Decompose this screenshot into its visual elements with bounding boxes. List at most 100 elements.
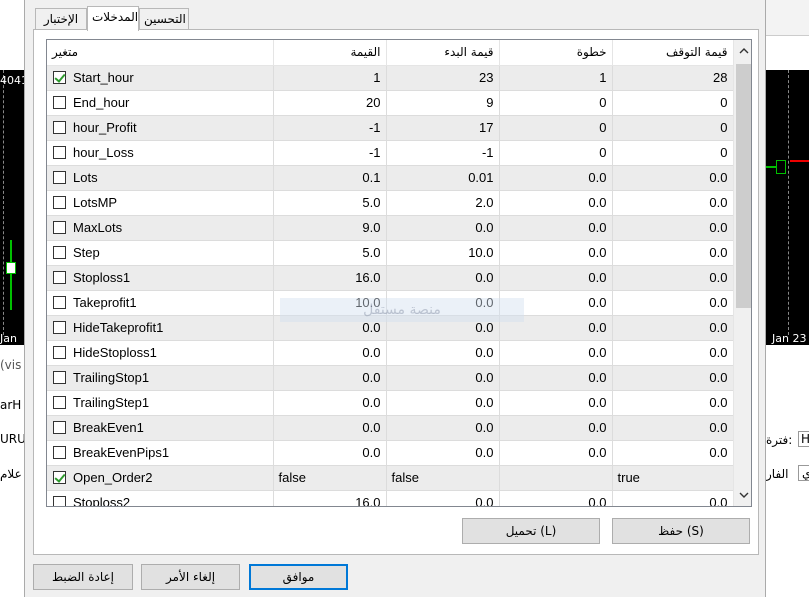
stop-cell[interactable]: 0.0 [612, 165, 734, 191]
variable-cell[interactable]: Takeprofit1 [47, 290, 274, 316]
start-cell[interactable]: 0.0 [386, 390, 500, 416]
step-cell[interactable]: 0.0 [499, 190, 613, 216]
stop-cell[interactable]: 0 [612, 90, 734, 116]
step-cell[interactable]: 0 [499, 115, 613, 141]
stop-cell[interactable]: 0 [612, 140, 734, 166]
value-cell[interactable]: 16.0 [273, 490, 387, 506]
save-button[interactable]: حفظ (S) [612, 518, 750, 544]
step-cell[interactable]: 0.0 [499, 365, 613, 391]
value-cell[interactable]: -1 [273, 115, 387, 141]
column-header-value[interactable]: القيمة [273, 40, 387, 66]
table-row[interactable]: TrailingStop1 0.0 0.0 0.0 0.0 [47, 365, 734, 391]
optimize-checkbox[interactable] [53, 396, 66, 410]
stop-cell[interactable]: 0.0 [612, 390, 734, 416]
step-cell[interactable]: 0 [499, 90, 613, 116]
optimize-checkbox[interactable] [53, 346, 66, 360]
stop-cell[interactable]: 0.0 [612, 215, 734, 241]
optimize-checkbox[interactable] [53, 246, 66, 260]
variable-cell[interactable]: HideTakeprofit1 [47, 315, 274, 341]
start-cell[interactable]: 17 [386, 115, 500, 141]
table-row[interactable]: BreakEven1 0.0 0.0 0.0 0.0 [47, 415, 734, 441]
stop-cell[interactable]: 0.0 [612, 340, 734, 366]
step-cell[interactable]: 0.0 [499, 165, 613, 191]
value-cell[interactable]: 0.0 [273, 340, 387, 366]
start-cell[interactable]: 10.0 [386, 240, 500, 266]
variable-cell[interactable]: Stoploss1 [47, 265, 274, 291]
optimize-checkbox[interactable] [53, 221, 66, 235]
stop-cell[interactable]: 0.0 [612, 240, 734, 266]
start-cell[interactable]: 0.0 [386, 340, 500, 366]
table-row[interactable]: LotsMP 5.0 2.0 0.0 0.0 [47, 190, 734, 216]
stop-cell[interactable]: 0.0 [612, 365, 734, 391]
value-cell[interactable]: 0.0 [273, 365, 387, 391]
variable-cell[interactable]: hour_Loss [47, 140, 274, 166]
table-row[interactable]: MaxLots 9.0 0.0 0.0 0.0 [47, 215, 734, 241]
step-cell[interactable]: 0.0 [499, 240, 613, 266]
start-cell[interactable]: 2.0 [386, 190, 500, 216]
table-row[interactable]: Start_hour 1 23 1 28 [47, 65, 734, 91]
variable-cell[interactable]: Step [47, 240, 274, 266]
optimize-checkbox[interactable] [53, 471, 66, 485]
step-cell[interactable]: 0.0 [499, 490, 613, 506]
variable-cell[interactable]: TrailingStep1 [47, 390, 274, 416]
stop-cell[interactable]: 28 [612, 65, 734, 91]
table-row[interactable]: Stoploss1 16.0 0.0 0.0 0.0 [47, 265, 734, 291]
start-cell[interactable]: -1 [386, 140, 500, 166]
scroll-up-icon[interactable] [734, 43, 751, 60]
stop-cell[interactable]: 0.0 [612, 415, 734, 441]
start-cell[interactable]: 0.0 [386, 265, 500, 291]
start-cell[interactable]: 0.0 [386, 490, 500, 506]
step-cell[interactable]: 0.0 [499, 390, 613, 416]
variable-cell[interactable]: End_hour [47, 90, 274, 116]
value-cell[interactable]: false [273, 465, 387, 491]
step-cell[interactable]: 0.0 [499, 440, 613, 466]
stop-cell[interactable]: true [612, 465, 734, 491]
cancel-button[interactable]: إلغاء الأمر [141, 564, 240, 590]
start-cell[interactable]: 0.01 [386, 165, 500, 191]
step-cell[interactable]: 0.0 [499, 340, 613, 366]
optimize-checkbox[interactable] [53, 121, 66, 135]
optimize-checkbox[interactable] [53, 146, 66, 160]
table-row[interactable]: Open_Order2 false false true [47, 465, 734, 491]
table-row[interactable]: BreakEvenPips1 0.0 0.0 0.0 0.0 [47, 440, 734, 466]
variable-cell[interactable]: Lots [47, 165, 274, 191]
step-cell[interactable]: 1 [499, 65, 613, 91]
optimize-checkbox[interactable] [53, 446, 66, 460]
optimize-checkbox[interactable] [53, 71, 66, 85]
table-row[interactable]: Stoploss2 16.0 0.0 0.0 0.0 [47, 490, 734, 506]
ok-button[interactable]: موافق [249, 564, 348, 590]
value-cell[interactable]: 16.0 [273, 265, 387, 291]
value-cell[interactable]: 5.0 [273, 240, 387, 266]
value-cell[interactable]: 0.0 [273, 440, 387, 466]
stop-cell[interactable]: 0 [612, 115, 734, 141]
value-cell[interactable]: 20 [273, 90, 387, 116]
stop-cell[interactable]: 0.0 [612, 290, 734, 316]
scrollbar-thumb[interactable] [736, 64, 751, 308]
stop-cell[interactable]: 0.0 [612, 490, 734, 506]
step-cell[interactable]: 0.0 [499, 415, 613, 441]
start-cell[interactable]: 0.0 [386, 415, 500, 441]
tab-optimization[interactable]: التحسين [139, 8, 189, 30]
table-row[interactable]: Lots 0.1 0.01 0.0 0.0 [47, 165, 734, 191]
variable-cell[interactable]: Open_Order2 [47, 465, 274, 491]
step-cell[interactable] [499, 465, 613, 491]
step-cell[interactable]: 0 [499, 140, 613, 166]
value-cell[interactable]: -1 [273, 140, 387, 166]
variable-cell[interactable]: HideStoploss1 [47, 340, 274, 366]
vertical-scrollbar[interactable] [733, 40, 751, 506]
stop-cell[interactable]: 0.0 [612, 190, 734, 216]
table-row[interactable]: Step 5.0 10.0 0.0 0.0 [47, 240, 734, 266]
stop-cell[interactable]: 0.0 [612, 440, 734, 466]
column-header-stop[interactable]: قيمة التوقف [612, 40, 734, 66]
tab-inputs[interactable]: المدخلات [87, 6, 139, 31]
optimize-checkbox[interactable] [53, 321, 66, 335]
tab-testing[interactable]: الإختبار [35, 8, 87, 30]
value-cell[interactable]: 0.0 [273, 390, 387, 416]
variable-cell[interactable]: Stoploss2 [47, 490, 274, 506]
table-row[interactable]: hour_Profit -1 17 0 0 [47, 115, 734, 141]
variable-cell[interactable]: LotsMP [47, 190, 274, 216]
value-cell[interactable]: 0.1 [273, 165, 387, 191]
variable-cell[interactable]: Start_hour [47, 65, 274, 91]
optimize-checkbox[interactable] [53, 196, 66, 210]
optimize-checkbox[interactable] [53, 296, 66, 310]
